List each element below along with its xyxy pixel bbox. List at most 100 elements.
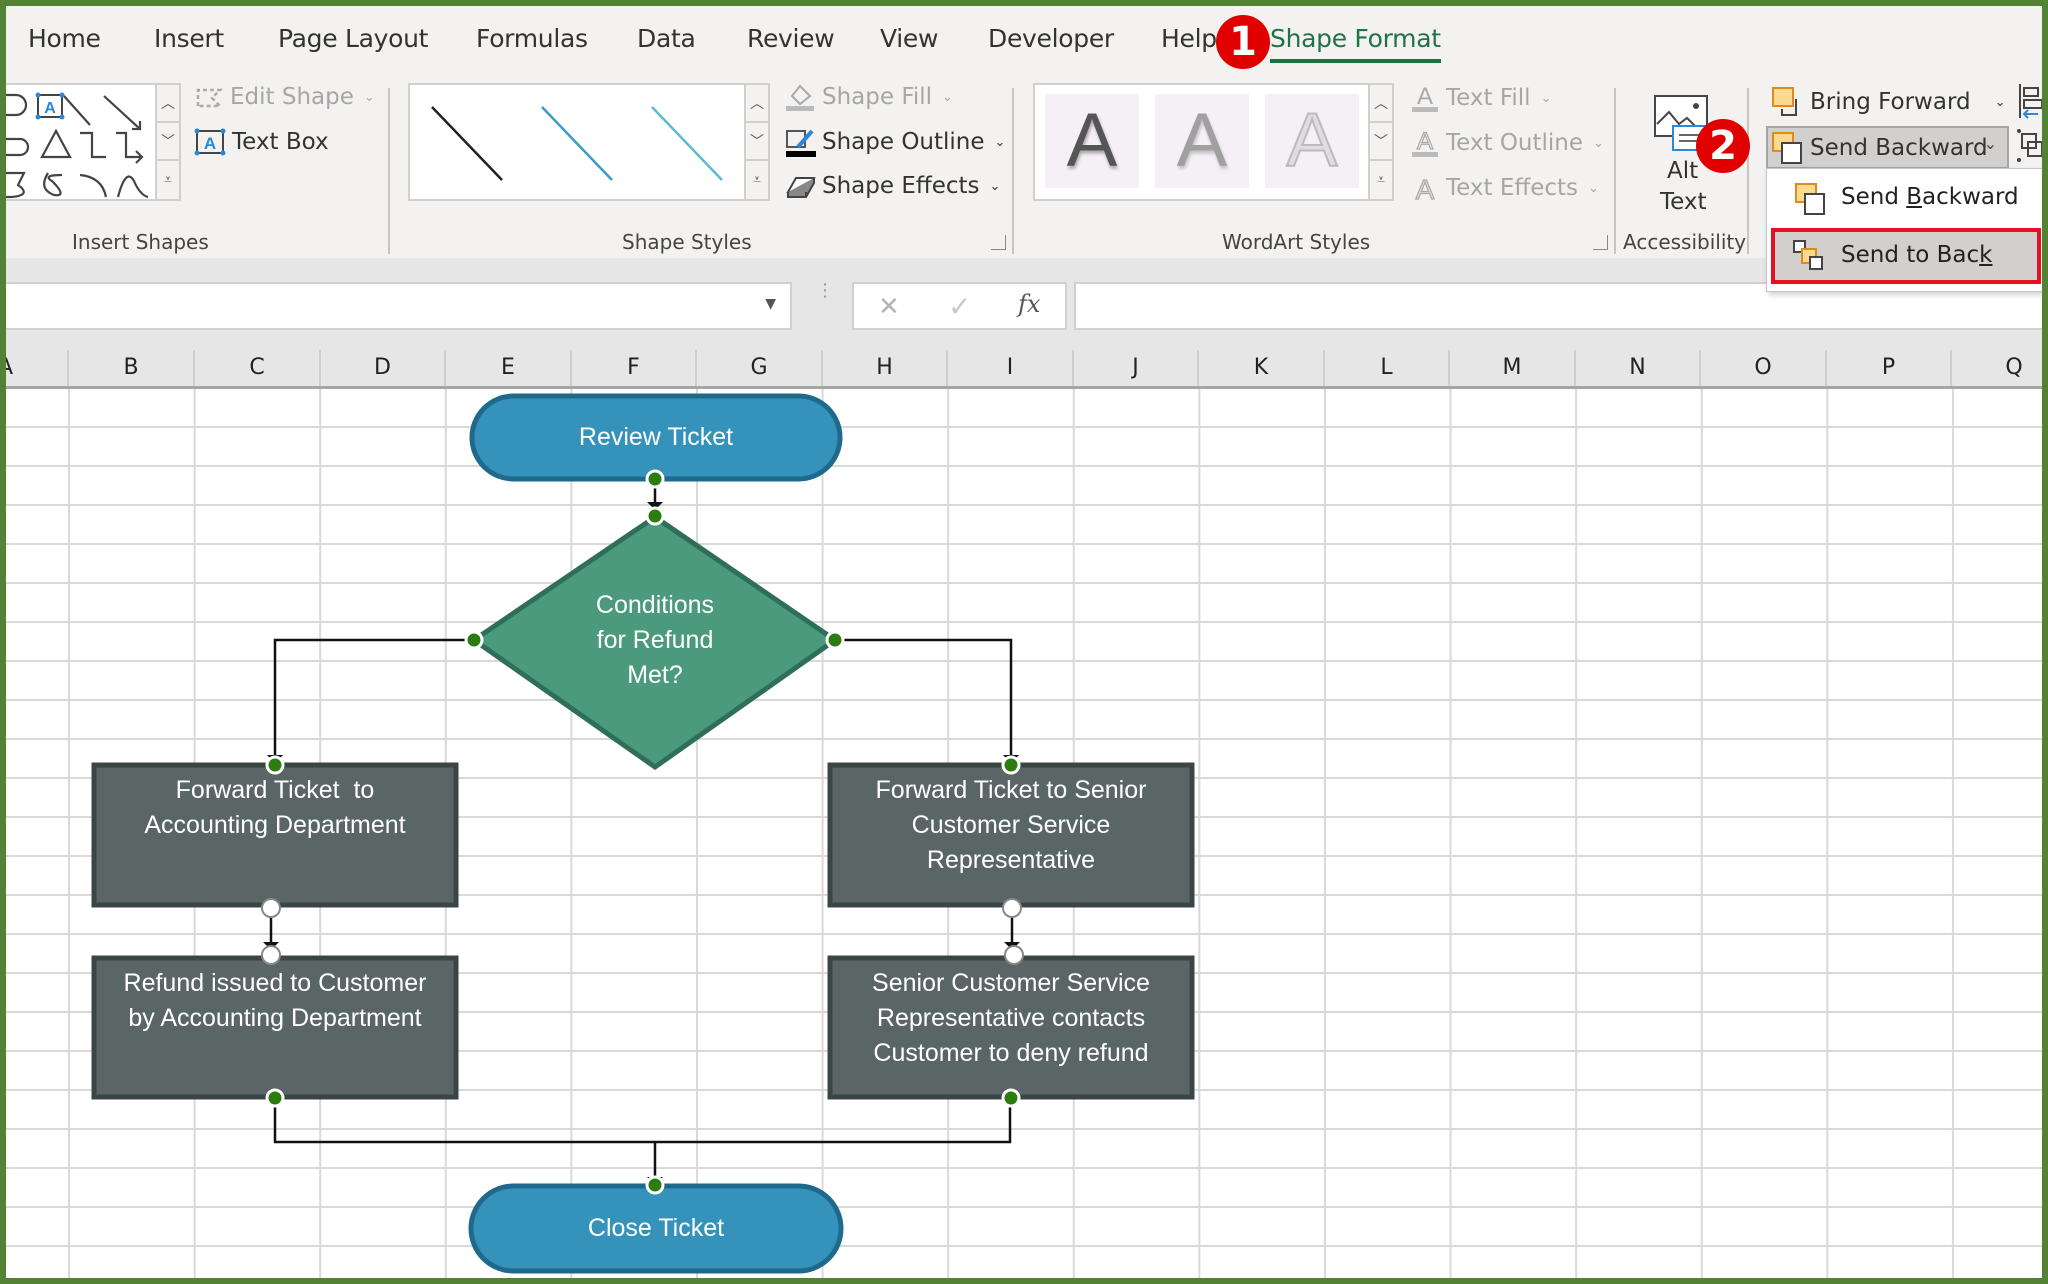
connection-handle[interactable]: [645, 506, 665, 526]
cancel-icon[interactable]: ✕: [878, 292, 900, 322]
chevron-down-icon: ﹀: [161, 134, 175, 150]
tab-home[interactable]: Home: [28, 24, 101, 53]
column-header[interactable]: C: [195, 350, 321, 386]
column-header[interactable]: F: [572, 350, 697, 386]
send-backward-button[interactable]: Send Backward: [1770, 130, 1988, 166]
line-style-sample[interactable]: [651, 106, 723, 181]
bring-forward-button[interactable]: Bring Forward ⌄: [1770, 84, 2006, 120]
wordart-more-button[interactable]: ⩡: [1368, 159, 1394, 201]
alt-text-label-line2: Text: [1660, 189, 1707, 215]
shape-outline-button[interactable]: Shape Outline ⌄: [784, 127, 1005, 157]
column-header[interactable]: K: [1199, 350, 1325, 386]
wordart-gallery[interactable]: A A A: [1033, 83, 1378, 201]
column-header[interactable]: O: [1701, 350, 1827, 386]
tab-insert[interactable]: Insert: [154, 24, 224, 53]
menu-item-send-to-back[interactable]: Send to Back: [1771, 228, 2041, 284]
send-backward-dropdown-menu: Send Backward Send to Back: [1766, 168, 2044, 292]
send-backward-split-button[interactable]: Send Backward ⌄: [1766, 126, 2009, 169]
line-style-sample[interactable]: [431, 106, 503, 181]
group-objects-icon[interactable]: [2016, 128, 2042, 168]
connection-handle[interactable]: [1001, 755, 1021, 775]
insert-function-icon[interactable]: fx: [1018, 290, 1040, 318]
name-box[interactable]: ▼: [0, 282, 792, 330]
chevron-down-icon: ﹀: [750, 134, 764, 150]
column-header[interactable]: H: [823, 350, 948, 386]
connection-handle[interactable]: [261, 898, 281, 918]
column-header[interactable]: L: [1325, 350, 1450, 386]
start-terminator-label: Review Ticket: [578, 423, 734, 451]
column-header[interactable]: G: [697, 350, 823, 386]
svg-text:A: A: [1417, 128, 1433, 155]
column-header[interactable]: M: [1450, 350, 1576, 386]
column-header[interactable]: I: [948, 350, 1074, 386]
connection-handle[interactable]: [1004, 945, 1024, 965]
tab-page-layout[interactable]: Page Layout: [278, 24, 428, 53]
styles-scroll-up-button[interactable]: ︿: [744, 83, 770, 123]
text-fill-button[interactable]: A Text Fill ⌄: [1410, 82, 1551, 114]
text-box-label: Text Box: [232, 129, 329, 155]
text-outline-button[interactable]: A Text Outline ⌄: [1410, 127, 1604, 159]
name-box-dropdown-icon[interactable]: ▼: [765, 296, 776, 312]
connection-handle[interactable]: [261, 945, 281, 965]
text-effects-button[interactable]: A Text Effects ⌄: [1410, 172, 1599, 204]
connection-handle[interactable]: [464, 630, 484, 650]
label-line: Accounting Department: [144, 811, 406, 839]
column-header[interactable]: B: [69, 350, 195, 386]
send-backward-dropdown-arrow[interactable]: ⌄: [1984, 134, 1997, 153]
shapes-scroll-up-button[interactable]: ︿: [155, 83, 181, 123]
wordart-style-sample[interactable]: A: [1265, 94, 1359, 188]
edit-shape-label: Edit Shape: [230, 84, 354, 110]
wordart-dialog-launcher[interactable]: [1593, 235, 1608, 250]
shape-fill-button[interactable]: Shape Fill ⌄: [784, 82, 953, 112]
tab-data[interactable]: Data: [637, 24, 696, 53]
right-step1-label: Forward Ticket to Senior Customer Servic…: [830, 773, 1192, 878]
enter-icon[interactable]: ✓: [948, 290, 971, 323]
menu-item-send-backward[interactable]: Send Backward: [1767, 173, 2037, 225]
label-line: Forward Ticket to Senior: [875, 776, 1147, 804]
splitter-handle-icon[interactable]: ⋮: [816, 282, 834, 300]
styles-scroll-down-button[interactable]: ﹀: [744, 121, 770, 161]
column-header[interactable]: P: [1827, 350, 1952, 386]
line-style-samples: [431, 106, 723, 181]
edit-shape-button[interactable]: Edit Shape ⌄: [194, 84, 375, 110]
styles-more-button[interactable]: ⩡: [744, 159, 770, 201]
more-icon: ⩡: [164, 172, 172, 188]
more-icon: ⩡: [753, 172, 761, 188]
connection-handle[interactable]: [265, 1088, 285, 1108]
wordart-style-sample[interactable]: A: [1155, 94, 1249, 188]
chevron-down-icon: ⌄: [942, 89, 953, 105]
tab-help[interactable]: Help: [1161, 24, 1217, 53]
label-line: Customer Service: [911, 811, 1111, 839]
connection-handle[interactable]: [1001, 1088, 1021, 1108]
line-style-sample[interactable]: [541, 106, 613, 181]
column-header[interactable]: D: [321, 350, 446, 386]
tab-developer[interactable]: Developer: [988, 24, 1114, 53]
wordart-scroll-up-button[interactable]: ︿: [1368, 83, 1394, 123]
shapes-more-button[interactable]: ⩡: [155, 159, 181, 201]
left-step1-label: Forward Ticket to Accounting Department: [94, 773, 456, 843]
connection-handle[interactable]: [1002, 898, 1022, 918]
column-header[interactable]: N: [1576, 350, 1701, 386]
shape-effects-button[interactable]: Shape Effects ⌄: [784, 172, 1000, 200]
shape-styles-gallery[interactable]: [408, 83, 746, 201]
chevron-down-icon: ⌄: [989, 178, 1001, 194]
tab-formulas[interactable]: Formulas: [476, 24, 588, 53]
column-header[interactable]: E: [446, 350, 572, 386]
wordart-scroll-down-button[interactable]: ﹀: [1368, 121, 1394, 161]
column-header[interactable]: J: [1074, 350, 1199, 386]
tab-shape-format[interactable]: Shape Format: [1270, 24, 1441, 63]
tab-view[interactable]: View: [880, 24, 938, 53]
tab-review[interactable]: Review: [747, 24, 835, 53]
shape-styles-dialog-launcher[interactable]: [991, 235, 1006, 250]
shape-styles-group-label: Shape Styles: [622, 230, 752, 254]
connection-handle[interactable]: [265, 755, 285, 775]
connection-handle[interactable]: [825, 630, 845, 650]
text-box-button[interactable]: A Text Box: [194, 128, 329, 156]
text-effects-icon: A: [1415, 173, 1435, 204]
shapes-scroll-down-button[interactable]: ﹀: [155, 121, 181, 161]
column-header[interactable]: A: [0, 350, 69, 386]
wordart-style-sample[interactable]: A: [1045, 94, 1139, 188]
align-icon[interactable]: [2016, 82, 2042, 122]
shapes-gallery[interactable]: A: [0, 83, 157, 201]
column-header[interactable]: Q: [1952, 350, 2048, 386]
